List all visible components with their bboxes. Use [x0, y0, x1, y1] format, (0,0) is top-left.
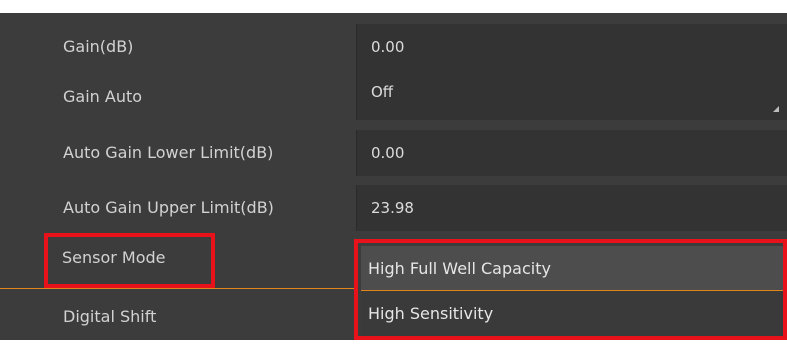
- digital-shift-label: Digital Shift: [63, 307, 157, 326]
- gain-auto-value: Off: [371, 83, 394, 101]
- auto-gain-lower-limit-label: Auto Gain Lower Limit(dB): [63, 143, 274, 162]
- auto-gain-lower-limit-input[interactable]: 0.00: [356, 130, 787, 176]
- combo-arrow-icon: [773, 106, 779, 112]
- gain-auto-combobox[interactable]: Off: [356, 69, 787, 120]
- property-row-auto-gain-lower-limit: Auto Gain Lower Limit(dB) 0.00: [0, 125, 787, 181]
- sensor-mode-label-highlight: [44, 233, 215, 288]
- auto-gain-upper-limit-value: 23.98: [371, 199, 414, 217]
- property-row-gain-auto: Gain Auto Off: [0, 69, 787, 125]
- gain-value: 0.00: [371, 38, 405, 56]
- auto-gain-upper-limit-label: Auto Gain Upper Limit(dB): [63, 198, 274, 217]
- sensor-mode-dropdown-highlight: [354, 239, 787, 340]
- property-row-auto-gain-upper-limit: Auto Gain Upper Limit(dB) 23.98: [0, 180, 787, 236]
- gain-label: Gain(dB): [63, 37, 134, 56]
- auto-gain-upper-limit-input[interactable]: 23.98: [356, 185, 787, 231]
- gain-auto-label: Gain Auto: [63, 87, 143, 106]
- property-row-gain: Gain(dB) 0.00: [0, 19, 787, 75]
- auto-gain-lower-limit-value: 0.00: [371, 144, 405, 162]
- gain-input[interactable]: 0.00: [356, 24, 787, 70]
